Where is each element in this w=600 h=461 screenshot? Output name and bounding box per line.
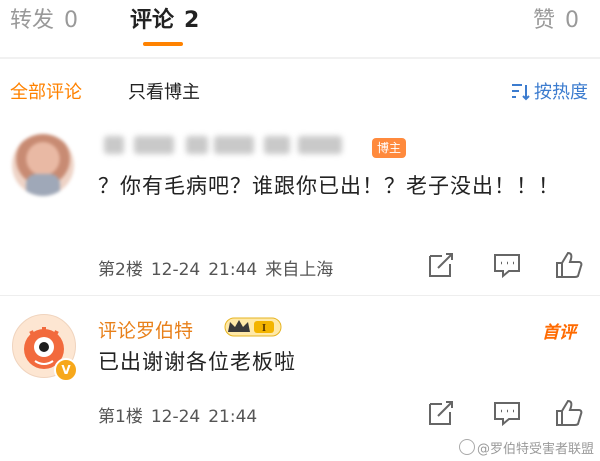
tab-forward[interactable]: 转发 0 xyxy=(10,2,78,34)
comment-time: 21:44 xyxy=(208,260,258,280)
tab-comments[interactable]: 评论 2 xyxy=(130,2,199,34)
comment-meta: 第2楼 12-24 21:44 来自上海 xyxy=(98,255,341,280)
comment-date: 12-24 xyxy=(150,260,201,280)
comment-icon[interactable] xyxy=(492,398,522,428)
forward-icon[interactable] xyxy=(426,250,456,280)
filter-poster-only[interactable]: 只看博主 xyxy=(128,78,200,104)
sort-label: 按热度 xyxy=(534,82,588,103)
first-comment-label: 首评 xyxy=(542,323,576,343)
level-text: I xyxy=(262,322,266,334)
tab-comments-label: 评论 xyxy=(130,8,175,33)
tab-forward-count: 0 xyxy=(64,8,79,33)
tab-forward-label: 转发 xyxy=(10,8,55,33)
watermark: @罗伯特受害者联盟 xyxy=(458,438,594,457)
tab-comments-count: 2 xyxy=(184,8,200,33)
tab-likes-count: 0 xyxy=(565,8,580,33)
member-level-badge: I xyxy=(224,317,282,337)
tab-bar: 转发 0 评论 2 赞0 xyxy=(0,0,600,58)
poster-tag: 博主 xyxy=(372,138,406,158)
comment-author[interactable]: 评论罗伯特 xyxy=(98,316,193,343)
sort-icon xyxy=(512,84,530,101)
comment-icon[interactable] xyxy=(492,250,522,280)
comment-item: 博主 ？你有毛病吧？谁跟你已出！？老子没出！！！ 第2楼 12-24 21:44 来自… xyxy=(0,120,600,295)
active-tab-indicator xyxy=(143,42,183,46)
comment-date: 12-24 xyxy=(150,407,201,427)
forward-icon[interactable] xyxy=(426,398,456,428)
verified-badge-icon: V xyxy=(54,358,78,382)
filter-all-comments[interactable]: 全部评论 xyxy=(10,78,82,104)
tab-likes-label: 赞 xyxy=(533,8,556,33)
sort-by-heat-button[interactable]: 按热度 xyxy=(510,78,588,104)
comment-meta: 第1楼 12-24 21:44 xyxy=(98,402,265,427)
tab-likes[interactable]: 赞0 xyxy=(533,2,579,34)
watermark-text: @罗伯特受害者联盟 xyxy=(476,442,594,457)
like-icon[interactable] xyxy=(554,250,584,280)
comment-text: 已出谢谢各位老板啦 xyxy=(98,350,296,374)
comment-location: 来自上海 xyxy=(265,260,334,280)
divider xyxy=(0,57,600,59)
comment-actions xyxy=(420,250,590,280)
weibo-logo-icon xyxy=(458,439,475,455)
like-icon[interactable] xyxy=(554,398,584,428)
comment-time: 21:44 xyxy=(208,407,258,427)
floor-number: 第1楼 xyxy=(98,407,143,427)
comment-item: V 评论罗伯特 I 首评 已出谢谢各位老板啦 第1楼 12-24 21:44 xyxy=(0,296,600,446)
comment-actions xyxy=(420,398,590,428)
username-pixelated[interactable] xyxy=(104,136,359,156)
floor-number: 第2楼 xyxy=(98,260,143,280)
avatar[interactable] xyxy=(12,134,74,196)
comment-filter-bar: 全部评论 只看博主 按热度 xyxy=(0,60,600,120)
comment-text: ？你有毛病吧？谁跟你已出！？老子没出！！！ xyxy=(98,174,560,198)
